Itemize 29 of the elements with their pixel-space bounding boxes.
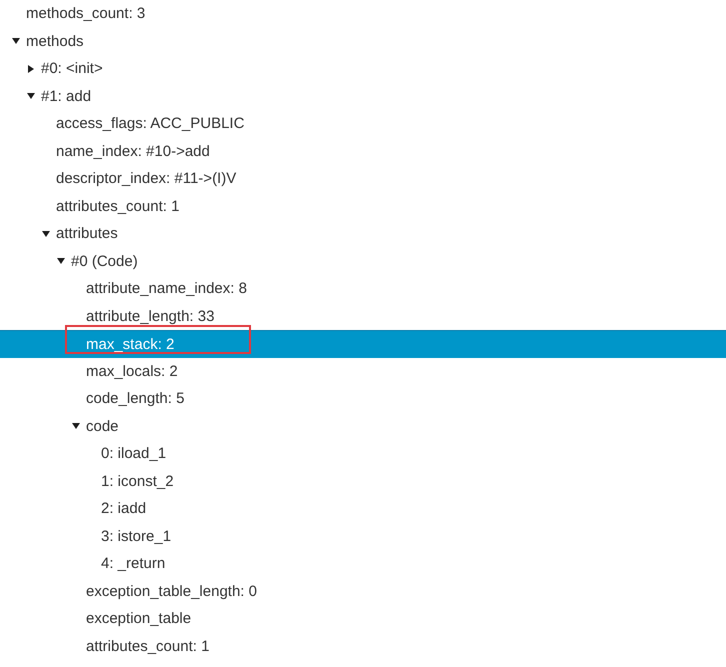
- caret-down-icon[interactable]: [57, 258, 65, 264]
- tree-item[interactable]: 1: iconst_2: [101, 468, 174, 495]
- tree-item[interactable]: #0 (Code): [57, 248, 138, 275]
- tree-item[interactable]: methods_count: 3: [26, 0, 146, 28]
- tree-item[interactable]: attributes_count: 1: [56, 192, 180, 220]
- tree-item[interactable]: attributes_count: 1: [86, 632, 210, 660]
- caret-down-icon[interactable]: [42, 230, 50, 237]
- caret-right-icon[interactable]: [28, 64, 34, 73]
- tree-item[interactable]: #1: add: [27, 82, 92, 110]
- tree-item[interactable]: code_length: 5: [86, 385, 184, 412]
- tree-item[interactable]: attribute_name_index: 8: [86, 275, 247, 302]
- tree-item[interactable]: code: [72, 412, 119, 440]
- caret-down-icon[interactable]: [12, 38, 20, 44]
- caret-down-icon[interactable]: [72, 423, 80, 430]
- tree-item[interactable]: 0: iload_1: [101, 440, 166, 468]
- tree-item[interactable]: 3: istore_1: [101, 522, 172, 550]
- tree-item[interactable]: attribute_length: 33: [86, 302, 214, 330]
- tree-item[interactable]: access_flags: ACC_PUBLIC: [56, 110, 244, 138]
- tree-item[interactable]: 2: iadd: [101, 495, 146, 522]
- tree-item[interactable]: exception_table: [86, 605, 192, 632]
- tree-item[interactable]: name_index: #10->add: [56, 138, 210, 165]
- tree-item[interactable]: methods: [12, 28, 84, 55]
- tree-item[interactable]: 4: _return: [101, 550, 166, 578]
- tree-item[interactable]: #0: <init>: [27, 55, 103, 82]
- tree-item[interactable]: max_locals: 2: [86, 358, 178, 385]
- tree-item[interactable]: descriptor_index: #11->(I)V: [56, 165, 236, 192]
- tree-item[interactable]: attributes: [42, 220, 118, 248]
- caret-down-icon[interactable]: [27, 93, 35, 100]
- tree-item[interactable]: exception_table_length: 0: [86, 578, 257, 605]
